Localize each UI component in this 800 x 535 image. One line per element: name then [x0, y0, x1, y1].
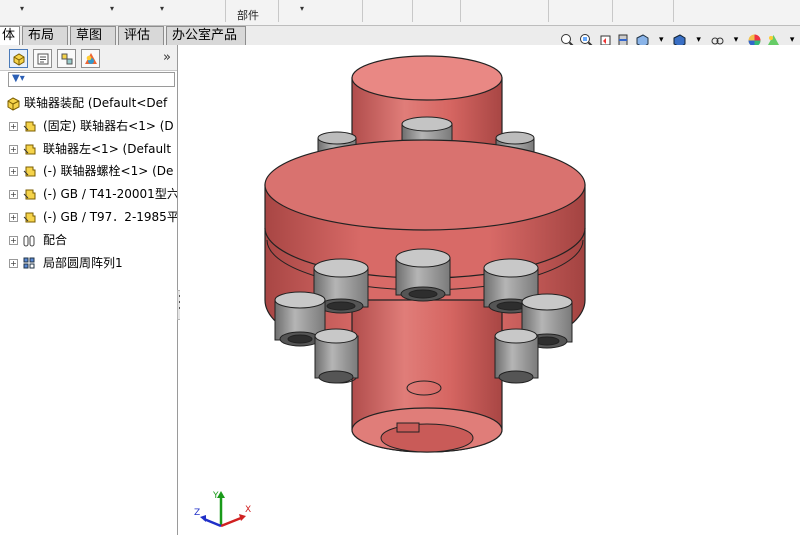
expand-icon[interactable]: + — [9, 258, 18, 268]
coupling-assembly-model[interactable] — [180, 45, 800, 535]
ribbon-label-parts[interactable]: 部件 — [237, 7, 259, 23]
dropdown-arrow-icon[interactable]: ▾ — [20, 4, 24, 13]
tree-item-part[interactable]: + (固定) 联轴器右<1> (D — [0, 115, 177, 138]
expand-icon[interactable]: + — [9, 144, 18, 154]
dropdown-arrow-icon[interactable]: ▾ — [300, 4, 304, 13]
reference-triad: Y X Z — [194, 491, 251, 528]
part-icon — [23, 121, 36, 132]
expand-icon[interactable]: + — [9, 167, 18, 177]
tree-item-mates[interactable]: + 配合 — [0, 229, 177, 252]
tree-item-part[interactable]: + (-) GB / T41-20001型六 — [0, 183, 177, 206]
part-icon — [23, 212, 36, 223]
configuration-manager-icon[interactable] — [57, 49, 76, 68]
tab-sketch[interactable]: 草图 — [70, 26, 116, 45]
command-ribbon: ▾ ▾ ▾ 部件 ▾ — [0, 0, 800, 26]
tree-item-label: 联轴器左<1> (Default — [43, 141, 172, 156]
tree-item-label: (-) 联轴器螺栓<1> (De — [43, 164, 174, 179]
tab-layout[interactable]: 布局 — [22, 26, 68, 45]
tab-assembly[interactable]: 体 — [0, 26, 20, 45]
tree-item-part[interactable]: + (-) GB / T97．2-1985平 — [0, 206, 177, 229]
more-tabs-chevron[interactable]: » — [163, 50, 171, 65]
tree-item-pattern[interactable]: + 局部圆周阵列1 — [0, 252, 177, 275]
expand-icon[interactable]: + — [9, 190, 18, 200]
tree-item-part[interactable]: + 联轴器左<1> (Default — [0, 138, 177, 161]
pattern-icon — [23, 257, 35, 269]
tree-item-label: 局部圆周阵列1 — [43, 255, 123, 270]
tree-filter-field[interactable]: ▼▾ — [8, 72, 175, 87]
mates-icon — [23, 235, 35, 247]
expand-icon[interactable]: + — [9, 121, 18, 131]
tree-item-label: 配合 — [43, 232, 68, 247]
feature-manager-icon[interactable] — [9, 49, 28, 68]
tab-evaluate[interactable]: 评估 — [118, 26, 164, 45]
panel-tab-bar: » — [0, 45, 177, 71]
triad-y-label: Y — [212, 491, 219, 501]
tree-item-label: (-) GB / T97．2-1985平 — [43, 209, 177, 224]
part-icon — [23, 144, 36, 155]
tree-item-part[interactable]: + (-) 联轴器螺栓<1> (De — [0, 160, 177, 183]
funnel-icon[interactable]: ▼▾ — [12, 73, 25, 84]
tree-item-label: 联轴器装配 (Default<Def — [24, 96, 168, 110]
expand-icon[interactable]: + — [9, 212, 18, 222]
dropdown-arrow-icon[interactable]: ▾ — [160, 4, 164, 13]
display-manager-icon[interactable] — [81, 49, 100, 68]
property-manager-icon[interactable] — [33, 49, 52, 68]
tree-item-label: (-) GB / T41-20001型六 — [43, 187, 177, 202]
triad-z-label: Z — [194, 508, 200, 518]
part-icon — [23, 166, 36, 177]
tab-office-products[interactable]: 办公室产品 — [166, 26, 246, 45]
triad-x-label: X — [245, 505, 251, 515]
tree-item-assembly-root[interactable]: 联轴器装配 (Default<Def — [0, 92, 177, 115]
tree-item-label: (固定) 联轴器右<1> (D — [43, 118, 174, 133]
expand-icon[interactable]: + — [9, 235, 18, 245]
feature-tree: 联轴器装配 (Default<Def + (固定) 联轴器右<1> (D + 联… — [0, 92, 177, 274]
dropdown-arrow-icon[interactable]: ▾ — [110, 4, 114, 13]
assembly-icon — [7, 97, 20, 111]
graphics-area[interactable] — [180, 45, 800, 535]
part-icon — [23, 189, 36, 200]
feature-manager-panel: » ▼▾ 联轴器装配 (Default<Def + (固定) 联轴器右<1> (… — [0, 45, 178, 535]
